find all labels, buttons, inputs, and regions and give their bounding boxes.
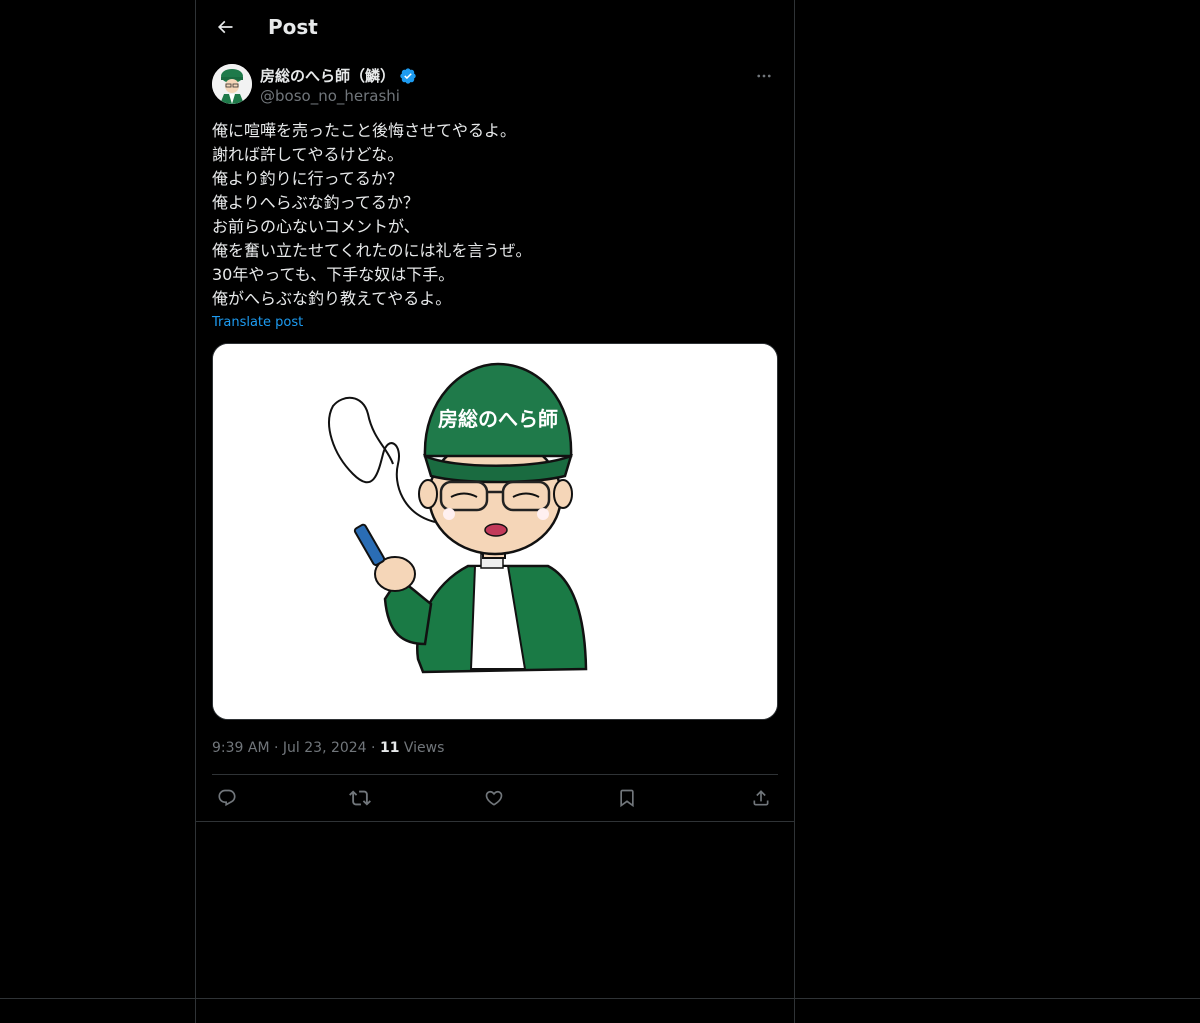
avatar[interactable]: [212, 64, 252, 104]
like-button[interactable]: [479, 785, 509, 811]
views-count: 11: [379, 740, 400, 756]
more-dots-icon: [757, 74, 771, 78]
primary-column: Post 房総のへら師（鱗） @boso_no_herashi 俺に喧嘩を売った…: [195, 0, 795, 1023]
page-title: Post: [268, 15, 318, 39]
translate-post-link[interactable]: Translate post: [212, 314, 303, 332]
like-icon: [485, 790, 503, 806]
post-text-line: お前らの心ないコメントが、: [212, 217, 420, 236]
post-text: 俺に喧嘩を売ったこと後悔させてやるよ。 謝れば許してやるけどな。 俺より釣りに行…: [212, 119, 778, 311]
post-text-line: 俺に喧嘩を売ったこと後悔させてやるよ。: [212, 121, 517, 140]
meta-separator: ·: [274, 740, 279, 756]
user-handle[interactable]: @boso_no_herashi: [260, 86, 400, 106]
reply-button[interactable]: [212, 785, 242, 811]
arrow-left-icon: [217, 20, 233, 34]
post-text-line: 謝れば許してやるけどな。: [212, 145, 404, 164]
page-header: Post: [196, 0, 794, 53]
retweet-icon: [349, 790, 371, 806]
bookmark-button[interactable]: [612, 785, 642, 811]
share-icon: [753, 790, 769, 806]
post-text-line: 俺を奮い立たせてくれたのには礼を言うぜ。: [212, 241, 532, 260]
meta-separator: ·: [371, 740, 376, 756]
views-label: Views: [403, 740, 445, 756]
post-text-line: 俺がへらぶな釣り教えてやるよ。: [212, 289, 452, 308]
more-options-button[interactable]: [750, 64, 778, 88]
post-date[interactable]: Jul 23, 2024: [283, 740, 367, 756]
bookmark-icon: [620, 789, 634, 808]
display-name-row: 房総のへら師（鱗）: [260, 66, 417, 86]
share-button[interactable]: [746, 785, 776, 811]
post-text-line: 30年やっても、下手な奴は下手。: [212, 265, 455, 284]
bottom-border: [0, 998, 1200, 999]
reply-icon: [218, 789, 236, 807]
post-text-line: 俺より釣りに行ってるか？: [212, 169, 403, 188]
repost-button[interactable]: [345, 785, 375, 811]
cap-text: 房総のへら師: [438, 407, 558, 431]
cartoon-illustration: 房総のへら師: [213, 344, 777, 719]
verified-badge-icon: [400, 68, 416, 84]
display-name[interactable]: 房総のへら師（鱗）: [260, 66, 395, 86]
back-button[interactable]: [208, 10, 242, 44]
divider: [196, 821, 794, 822]
post-text-line: 俺よりへらぶな釣ってるか？: [212, 193, 419, 212]
post-time[interactable]: 9:39 AM: [212, 740, 270, 756]
post-image[interactable]: 房総のへら師: [212, 343, 778, 720]
post-author: 房総のへら師（鱗） @boso_no_herashi: [212, 64, 778, 108]
post-meta: 9:39 AM · Jul 23, 2024 · 11 Views: [212, 738, 444, 758]
action-bar: [212, 775, 778, 821]
